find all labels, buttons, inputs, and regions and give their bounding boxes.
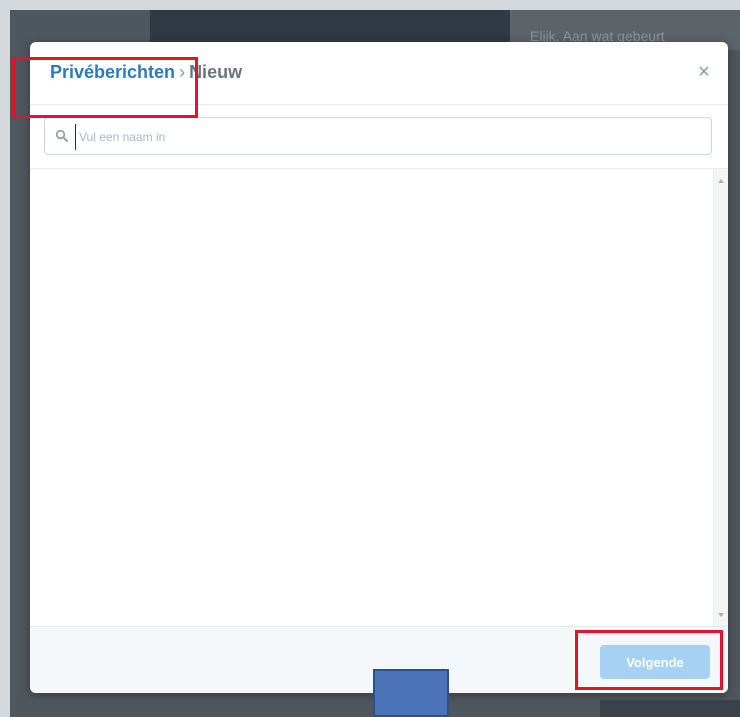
dialog-title: Privéberichten › Nieuw	[50, 62, 242, 83]
next-button[interactable]: Volgende	[600, 645, 710, 679]
new-message-dialog: Privéberichten›Nieuw × Volgende	[30, 42, 728, 693]
close-icon[interactable]: ×	[694, 62, 714, 82]
breadcrumb-separator: ›	[179, 62, 186, 82]
recipient-results-list	[30, 168, 728, 627]
dialog-header: Privéberichten › Nieuw ×	[30, 42, 728, 105]
background-bottom-panel	[600, 700, 740, 717]
breadcrumb-current: Nieuw	[189, 62, 243, 82]
results-scrollbar[interactable]	[713, 169, 728, 627]
recipient-search-box[interactable]	[44, 117, 712, 155]
blue-marker-annotation	[373, 669, 449, 717]
scroll-up-arrow-icon[interactable]	[718, 179, 724, 183]
breadcrumb-messages-link[interactable]: Privéberichten	[50, 62, 175, 82]
recipient-search-input[interactable]	[75, 124, 701, 150]
search-icon	[55, 129, 68, 142]
scroll-down-arrow-icon[interactable]	[718, 613, 724, 617]
